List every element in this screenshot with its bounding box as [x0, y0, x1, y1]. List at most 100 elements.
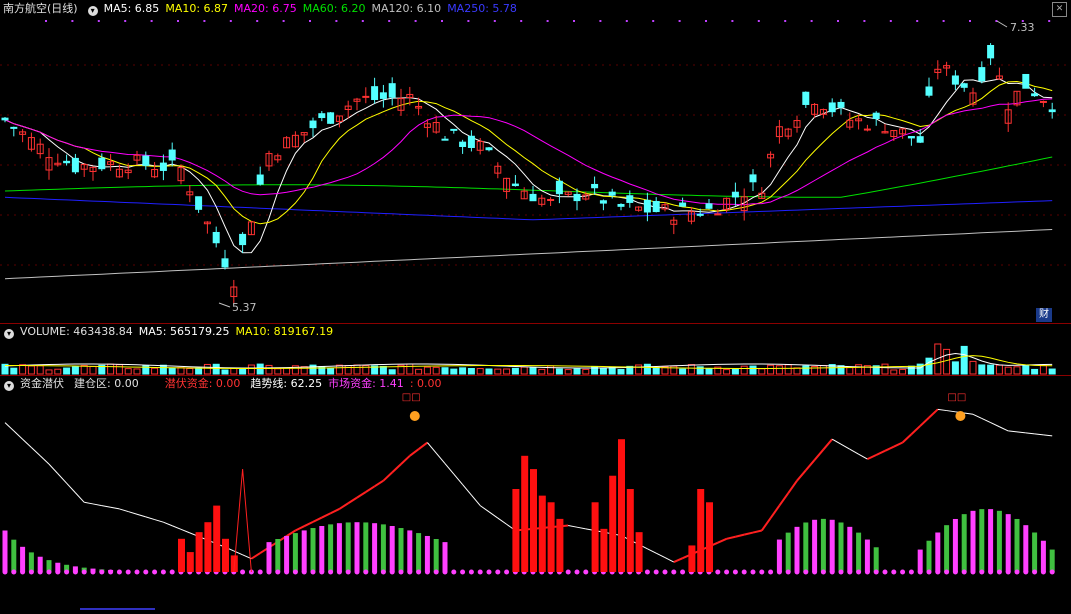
trend-line-segment — [946, 410, 956, 413]
marker-1-icon — [409, 411, 420, 421]
latent-fund-bar — [195, 532, 203, 572]
baseline-dot — [468, 569, 474, 575]
trend-line-segment — [497, 517, 507, 525]
marker-dot — [282, 20, 285, 22]
market-fund-bar — [1049, 549, 1055, 572]
trend-line-segment — [347, 496, 358, 505]
baseline-dot — [1040, 569, 1046, 575]
baseline-dot — [266, 569, 272, 575]
candle-body — [1, 117, 9, 121]
market-fund-bar — [28, 552, 34, 572]
trend-line-segment — [1034, 433, 1044, 436]
volume-bar — [423, 366, 431, 375]
volume-bar — [177, 367, 185, 375]
baseline-dot — [856, 569, 862, 575]
trend-line-segment — [462, 484, 472, 496]
baseline-dot — [310, 569, 316, 575]
latent-fund-bar — [530, 469, 537, 572]
volume-bar — [1048, 368, 1056, 375]
market-fund-bar — [1023, 525, 1029, 572]
baseline-dot — [944, 569, 950, 575]
trend-line-segment — [479, 505, 490, 513]
market-fund-bar — [310, 528, 316, 572]
volume-bar — [555, 368, 563, 375]
marker-dot — [229, 20, 232, 22]
volume-bar — [1022, 365, 1030, 375]
volume-bar — [1004, 366, 1012, 375]
volume-bar — [247, 364, 255, 375]
trend-line-segment — [664, 557, 675, 563]
volume-bar — [758, 368, 766, 375]
volume-bar — [511, 367, 519, 375]
trend-line-segment — [84, 501, 94, 505]
baseline-dot — [37, 569, 43, 575]
low-label-pointer — [218, 302, 231, 308]
cai-badge[interactable]: 财 — [1036, 308, 1052, 322]
marker-dot — [889, 20, 892, 22]
volume-bar — [599, 367, 607, 375]
candle-body — [837, 101, 845, 108]
baseline-dot — [301, 569, 307, 575]
volume-bar — [265, 364, 273, 375]
trend-line-segment — [726, 535, 736, 540]
baseline-dot — [662, 569, 668, 575]
market-fund-bar — [952, 518, 958, 572]
candle-body — [872, 112, 880, 120]
baseline-dot — [160, 569, 166, 575]
trend-line-segment — [338, 502, 349, 510]
volume-bar — [151, 367, 159, 375]
market-fund-bar — [944, 525, 950, 572]
marker-dot — [361, 20, 364, 22]
trend-line-segment — [391, 463, 402, 474]
trend-line-segment — [57, 473, 67, 484]
baseline-dot — [583, 569, 589, 575]
volume-bar — [969, 360, 977, 375]
market-fund-bar — [328, 524, 334, 572]
volume-bar — [133, 368, 141, 375]
volume-chart[interactable] — [0, 324, 1071, 376]
candle-body — [1031, 93, 1039, 97]
baseline-dot — [900, 569, 906, 575]
trend-line-segment — [321, 512, 332, 519]
volume-bar — [45, 369, 53, 375]
marker-dot — [652, 20, 655, 22]
candle-body — [714, 213, 722, 216]
volume-bar — [485, 368, 493, 375]
trend-line-segment — [294, 525, 305, 532]
market-fund-bar — [336, 523, 342, 572]
trend-line-segment — [576, 526, 586, 530]
market-fund-bar — [873, 547, 879, 572]
volume-bar — [107, 363, 115, 375]
trend-line-segment — [647, 548, 657, 554]
baseline-dot — [750, 569, 756, 575]
marker-dot — [388, 20, 391, 22]
trend-line-segment — [92, 503, 102, 507]
candle-body — [459, 141, 467, 147]
volume-bar — [124, 368, 132, 375]
baseline-dot — [90, 569, 96, 575]
candle-body — [63, 160, 71, 164]
market-fund-bar — [988, 509, 994, 572]
candle-body — [159, 162, 167, 171]
trend-line-segment — [717, 537, 728, 544]
market-fund-bar — [424, 535, 430, 572]
trend-line-segment — [39, 455, 50, 465]
market-fund-bar — [20, 546, 26, 572]
indicator-chart[interactable]: □□ □□ — [0, 376, 1071, 614]
market-fund-bar — [1032, 532, 1038, 572]
trend-line-segment — [901, 433, 913, 444]
candle-body — [925, 86, 933, 96]
volume-bar — [846, 367, 854, 375]
market-fund-bar — [794, 526, 800, 572]
volume-bar — [987, 364, 995, 375]
latent-fund-bar — [538, 495, 546, 572]
trend-line-segment — [145, 516, 155, 521]
candle-body — [547, 198, 555, 201]
trend-line-segment — [136, 513, 146, 518]
market-fund-bar — [266, 542, 272, 572]
candlestick-chart[interactable]: 7.33 5.37 — [0, 0, 1071, 324]
baseline-dot — [864, 569, 870, 575]
candle-body — [1048, 109, 1056, 113]
baseline-dot — [768, 569, 774, 575]
trend-line-segment — [735, 533, 745, 538]
